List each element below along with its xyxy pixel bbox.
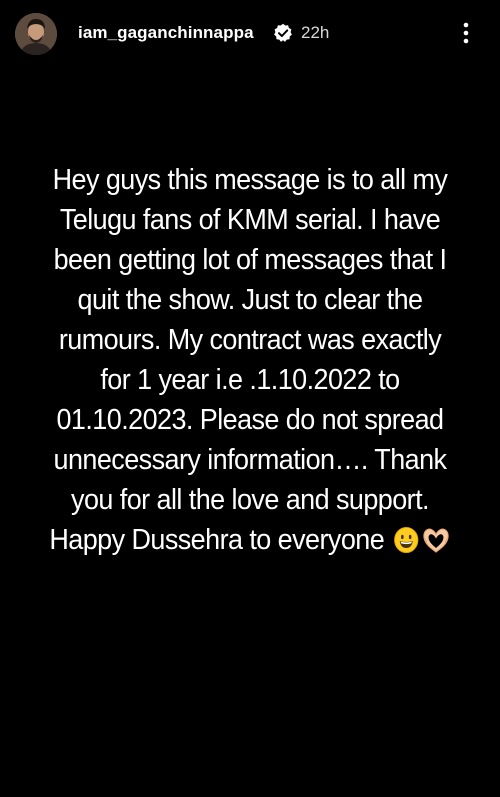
message-line: been getting lot of messages that I xyxy=(53,244,447,276)
message-line: quit the show. Just to clear the xyxy=(77,284,424,316)
message-line: you for all the love and support. xyxy=(71,484,429,516)
username[interactable]: iam_gaganchinnappa xyxy=(78,23,254,43)
message-line-text: Happy Dussehra to everyone xyxy=(49,524,385,556)
message-line: Telugu fans of KMM serial. I have xyxy=(59,204,441,236)
grinning-face-emoji-icon xyxy=(393,527,419,553)
avatar[interactable] xyxy=(15,13,57,55)
heart-hands-emoji-icon xyxy=(423,528,449,553)
message-line: Hey guys this message is to all my xyxy=(52,164,448,196)
story-message: Hey guys this message is to all my Telug… xyxy=(10,160,490,560)
profile-photo-icon xyxy=(15,13,57,55)
verified-badge-icon xyxy=(274,23,292,42)
more-vertical-icon[interactable] xyxy=(455,20,477,46)
message-line: for 1 year i.e .1.10.2022 to xyxy=(100,364,400,396)
story-header: iam_gaganchinnappa 22h xyxy=(0,0,500,66)
message-line-last: Happy Dussehra to everyone xyxy=(27,520,473,560)
message-line: unnecessary information…. Thank xyxy=(53,444,448,476)
message-line: 01.10.2023. Please do not spread xyxy=(56,404,444,436)
message-line: rumours. My contract was exactly xyxy=(58,324,442,356)
post-time: 22h xyxy=(301,23,330,42)
